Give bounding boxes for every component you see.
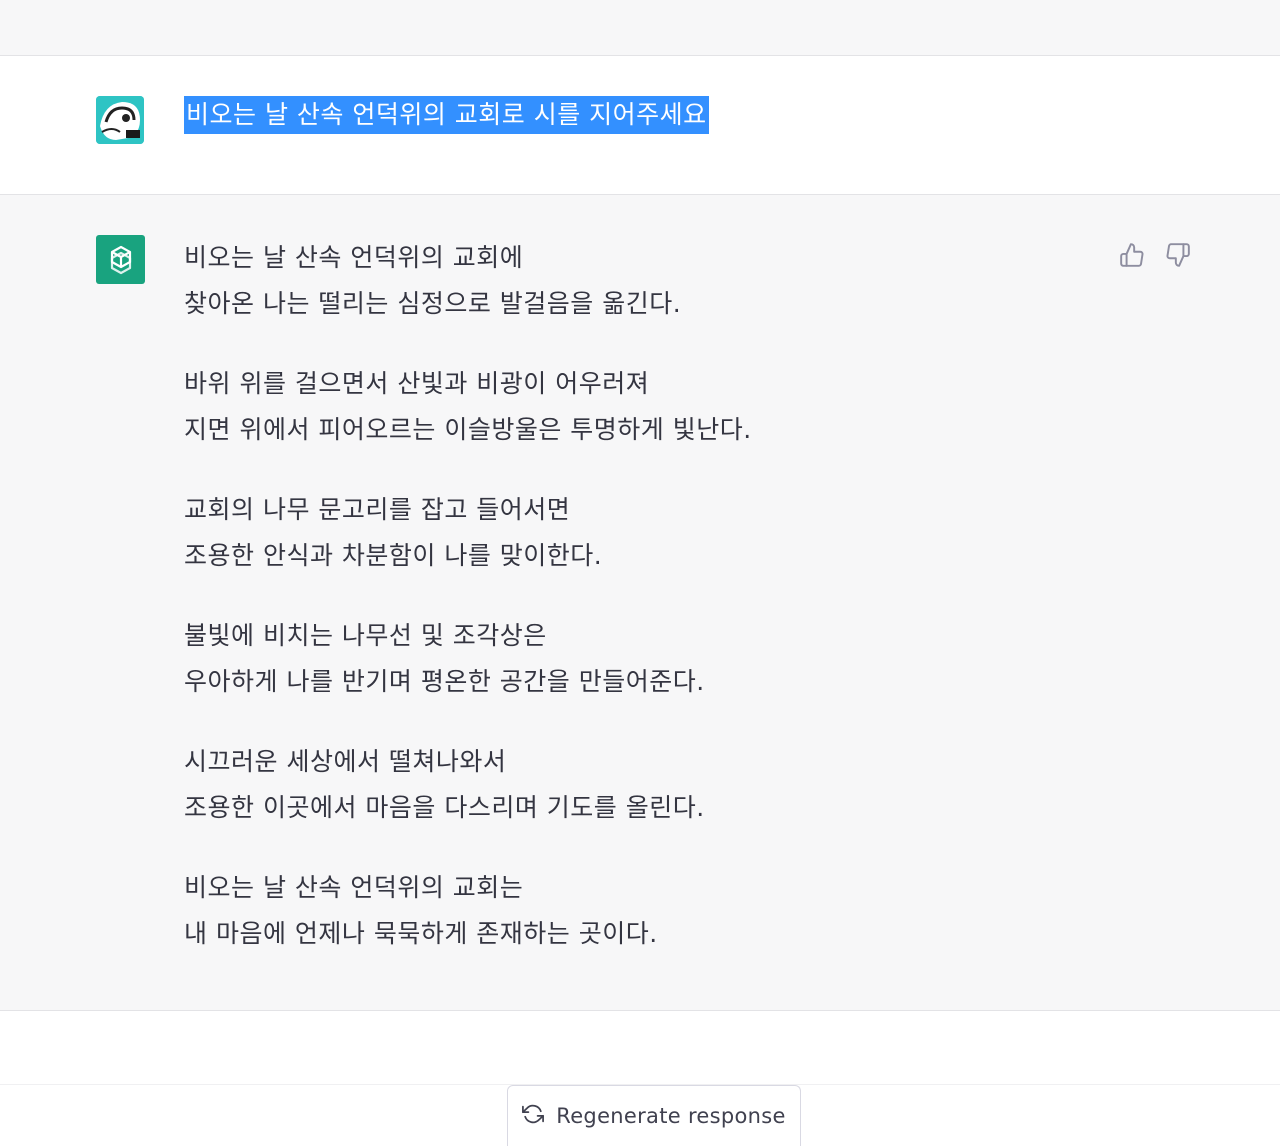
poem-stanza: 비오는 날 산속 언덕위의 교회는내 마음에 언제나 묵묵하게 존재하는 곳이다… xyxy=(184,865,1084,957)
thumbs-up-icon[interactable] xyxy=(1118,241,1146,269)
poem-line: 불빛에 비치는 나무선 및 조각상은 xyxy=(184,621,547,650)
refresh-icon xyxy=(522,1103,545,1129)
poem-line: 우아하게 나를 반기며 평온한 공간을 만들어준다. xyxy=(184,667,705,696)
thumbs-down-icon[interactable] xyxy=(1164,241,1192,269)
poem-stanza: 교회의 나무 문고리를 잡고 들어서면조용한 안식과 차분함이 나를 맞이한다. xyxy=(184,487,1084,579)
user-avatar-icon xyxy=(96,96,144,144)
poem-line: 시끄러운 세상에서 떨쳐나와서 xyxy=(184,747,507,776)
poem-line: 찾아온 나는 떨리는 심정으로 발걸음을 옮긴다. xyxy=(184,289,682,318)
poem-line: 내 마음에 언제나 묵묵하게 존재하는 곳이다. xyxy=(184,919,658,948)
poem-stanza: 바위 위를 걸으면서 산빛과 비광이 어우러져지면 위에서 피어오르는 이슬방울… xyxy=(184,361,1084,453)
regenerate-label: Regenerate response xyxy=(556,1104,786,1128)
poem-stanza: 비오는 날 산속 언덕위의 교회에찾아온 나는 떨리는 심정으로 발걸음을 옮긴… xyxy=(184,235,1084,327)
poem-line: 조용한 이곳에서 마음을 다스리며 기도를 올린다. xyxy=(184,793,705,822)
user-prompt-text: 비오는 날 산속 언덕위의 교회로 시를 지어주세요 xyxy=(184,96,709,134)
poem-line: 교회의 나무 문고리를 잡고 들어서면 xyxy=(184,495,571,524)
composer-area: Regenerate response xyxy=(0,1011,1280,1146)
poem-stanza: 시끄러운 세상에서 떨쳐나와서조용한 이곳에서 마음을 다스리며 기도를 올린다… xyxy=(184,739,1084,831)
poem-line: 조용한 안식과 차분함이 나를 맞이한다. xyxy=(184,541,603,570)
top-strip xyxy=(0,0,1280,56)
poem-line: 비오는 날 산속 언덕위의 교회는 xyxy=(184,873,524,902)
poem-line: 비오는 날 산속 언덕위의 교회에 xyxy=(184,243,524,272)
user-message-row: 비오는 날 산속 언덕위의 교회로 시를 지어주세요 xyxy=(0,56,1280,195)
regenerate-response-button[interactable]: Regenerate response xyxy=(507,1085,801,1146)
assistant-message-row: 비오는 날 산속 언덕위의 교회에찾아온 나는 떨리는 심정으로 발걸음을 옮긴… xyxy=(0,195,1280,1011)
poem-line: 지면 위에서 피어오르는 이슬방울은 투명하게 빛난다. xyxy=(184,415,752,444)
poem-stanza: 불빛에 비치는 나무선 및 조각상은우아하게 나를 반기며 평온한 공간을 만들… xyxy=(184,613,1084,705)
assistant-poem: 비오는 날 산속 언덕위의 교회에찾아온 나는 떨리는 심정으로 발걸음을 옮긴… xyxy=(184,235,1084,991)
poem-line: 바위 위를 걸으면서 산빛과 비광이 어우러져 xyxy=(184,369,650,398)
feedback-buttons xyxy=(1118,241,1192,269)
openai-logo-icon xyxy=(96,235,145,284)
